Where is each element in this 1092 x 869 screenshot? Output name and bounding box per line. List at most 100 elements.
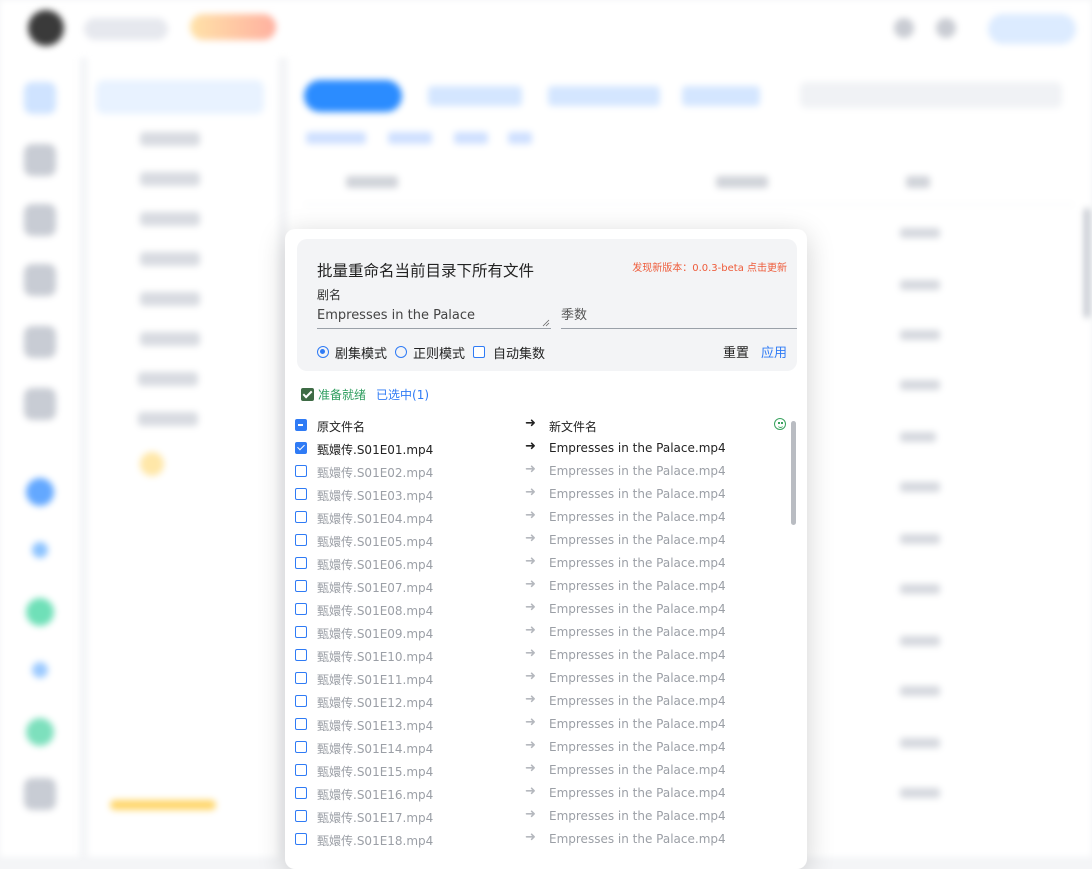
nav-item-5 [24,326,56,358]
breadcrumb [306,132,366,144]
arrow-right-icon: ➜ [525,416,536,431]
selected-count[interactable]: 已选中(1) [376,386,429,403]
original-filename: 甄嬛传.S01E10.mp4 [317,650,434,664]
file-checkbox[interactable] [295,695,307,707]
cell [900,584,940,594]
file-row[interactable]: 甄嬛传.S01E16.mp4 ➜ Empresses in the Palace.m… [285,782,807,805]
file-row[interactable]: 甄嬛传.S01E11.mp4 ➜ Empresses in the Palace.m… [285,667,807,690]
new-filename: Empresses in the Palace.mp4 [549,832,726,846]
original-filename: 甄嬛传.S01E06.mp4 [317,558,434,572]
episode-mode-radio[interactable]: 剧集模式 [317,343,387,362]
tree-row [140,212,200,226]
arrow-right-icon: ➜ [525,761,536,776]
file-row[interactable]: 甄嬛传.S01E07.mp4 ➜ Empresses in the Palace.m… [285,575,807,598]
file-checkbox[interactable] [295,511,307,523]
new-filename: Empresses in the Palace.mp4 [549,740,726,754]
storage-bar [110,800,216,810]
regex-mode-radio[interactable]: 正则模式 [395,343,465,362]
original-filename: 甄嬛传.S01E11.mp4 [317,673,434,687]
file-checkbox[interactable] [295,557,307,569]
file-checkbox[interactable] [295,764,307,776]
arrow-right-icon: ➜ [525,462,536,477]
file-row[interactable]: 甄嬛传.S01E05.mp4 ➜ Empresses in the Palace.m… [285,529,807,552]
nav-item-3 [24,204,56,236]
file-checkbox[interactable] [295,603,307,615]
new-filename: Empresses in the Palace.mp4 [549,671,726,685]
file-row[interactable]: 甄嬛传.S01E06.mp4 ➜ Empresses in the Palace.m… [285,552,807,575]
cell [900,686,940,696]
file-checkbox[interactable] [295,810,307,822]
arrow-right-icon: ➜ [525,784,536,799]
drama-name-input[interactable] [317,303,551,329]
nav-app-2 [32,542,48,558]
new-name-header: 新文件名 [549,420,598,434]
arrow-right-icon: ➜ [525,439,536,454]
file-checkbox[interactable] [295,741,307,753]
original-name-header: 原文件名 [317,420,366,434]
arrow-right-icon: ➜ [525,554,536,569]
file-row[interactable]: 甄嬛传.S01E13.mp4 ➜ Empresses in the Palace.m… [285,713,807,736]
file-row[interactable]: 甄嬛传.S01E02.mp4 ➜ Empresses in the Palace.m… [285,460,807,483]
arrow-right-icon: ➜ [525,485,536,500]
toolbar-button [682,86,760,106]
file-checkbox[interactable] [295,488,307,500]
new-filename: Empresses in the Palace.mp4 [549,441,726,455]
settings-panel: 批量重命名当前目录下所有文件 发现新版本：0.0.3-beta 点击更新 剧名 … [297,239,797,371]
tree-row [140,292,200,306]
file-checkbox[interactable] [295,833,307,845]
file-row[interactable]: 甄嬛传.S01E10.mp4 ➜ Empresses in the Palace.m… [285,644,807,667]
cell [900,280,940,290]
file-row[interactable]: 甄嬛传.S01E03.mp4 ➜ Empresses in the Palace.m… [285,483,807,506]
reset-button[interactable]: 重置 [723,342,749,361]
batch-rename-dialog: 批量重命名当前目录下所有文件 发现新版本：0.0.3-beta 点击更新 剧名 … [285,229,807,869]
file-row[interactable]: 甄嬛传.S01E15.mp4 ➜ Empresses in the Palace.m… [285,759,807,782]
new-filename: Empresses in the Palace.mp4 [549,533,726,547]
folder-tree [88,58,278,857]
file-checkbox[interactable] [295,465,307,477]
auto-episode-checkbox[interactable]: 自动集数 [473,343,545,362]
original-filename: 甄嬛传.S01E13.mp4 [317,719,434,733]
file-row[interactable]: 甄嬛传.S01E18.mp4 ➜ Empresses in the Palace.m… [285,828,807,851]
settings-icon [936,18,956,38]
column-header [906,176,930,188]
arrow-right-icon: ➜ [525,669,536,684]
file-checkbox[interactable] [295,442,307,454]
ready-check-icon [301,387,314,401]
file-checkbox[interactable] [295,534,307,546]
file-checkbox[interactable] [295,787,307,799]
original-filename: 甄嬛传.S01E12.mp4 [317,696,434,710]
status-row: 准备就绪 已选中(1) [301,386,429,402]
divider [304,204,1074,205]
new-filename: Empresses in the Palace.mp4 [549,464,726,478]
update-notice-link[interactable]: 发现新版本：0.0.3-beta 点击更新 [632,259,787,274]
new-filename: Empresses in the Palace.mp4 [549,602,726,616]
file-row[interactable]: 甄嬛传.S01E08.mp4 ➜ Empresses in the Palace.m… [285,598,807,621]
apply-button[interactable]: 应用 [761,342,787,361]
file-row[interactable]: 甄嬛传.S01E04.mp4 ➜ Empresses in the Palace.m… [285,506,807,529]
new-filename: Empresses in the Palace.mp4 [549,717,726,731]
tree-row [138,372,198,386]
file-row[interactable]: 甄嬛传.S01E17.mp4 ➜ Empresses in the Palace.m… [285,805,807,828]
file-checkbox[interactable] [295,649,307,661]
resize-grip-icon[interactable] [542,319,550,327]
file-checkbox[interactable] [295,580,307,592]
season-input[interactable] [561,303,797,329]
new-filename: Empresses in the Palace.mp4 [549,786,726,800]
file-row[interactable]: 甄嬛传.S01E09.mp4 ➜ Empresses in the Palace.m… [285,621,807,644]
file-row[interactable]: 甄嬛传.S01E01.mp4 ➜ Empresses in the Palace.m… [285,437,807,460]
file-row[interactable]: 甄嬛传.S01E14.mp4 ➜ Empresses in the Palace.m… [285,736,807,759]
file-checkbox[interactable] [295,626,307,638]
nav-app-4 [32,662,48,678]
nav-item-2 [24,144,56,176]
nav-item-7 [24,778,56,810]
file-checkbox[interactable] [295,672,307,684]
list-scrollbar[interactable] [791,421,796,525]
top-bar [0,0,1092,59]
column-header [346,176,398,188]
file-row[interactable]: 甄嬛传.S01E12.mp4 ➜ Empresses in the Palace.m… [285,690,807,713]
file-checkbox[interactable] [295,718,307,730]
original-filename: 甄嬛传.S01E02.mp4 [317,466,434,480]
select-all-checkbox[interactable] [295,419,307,431]
new-filename: Empresses in the Palace.mp4 [549,579,726,593]
original-filename: 甄嬛传.S01E14.mp4 [317,742,434,756]
